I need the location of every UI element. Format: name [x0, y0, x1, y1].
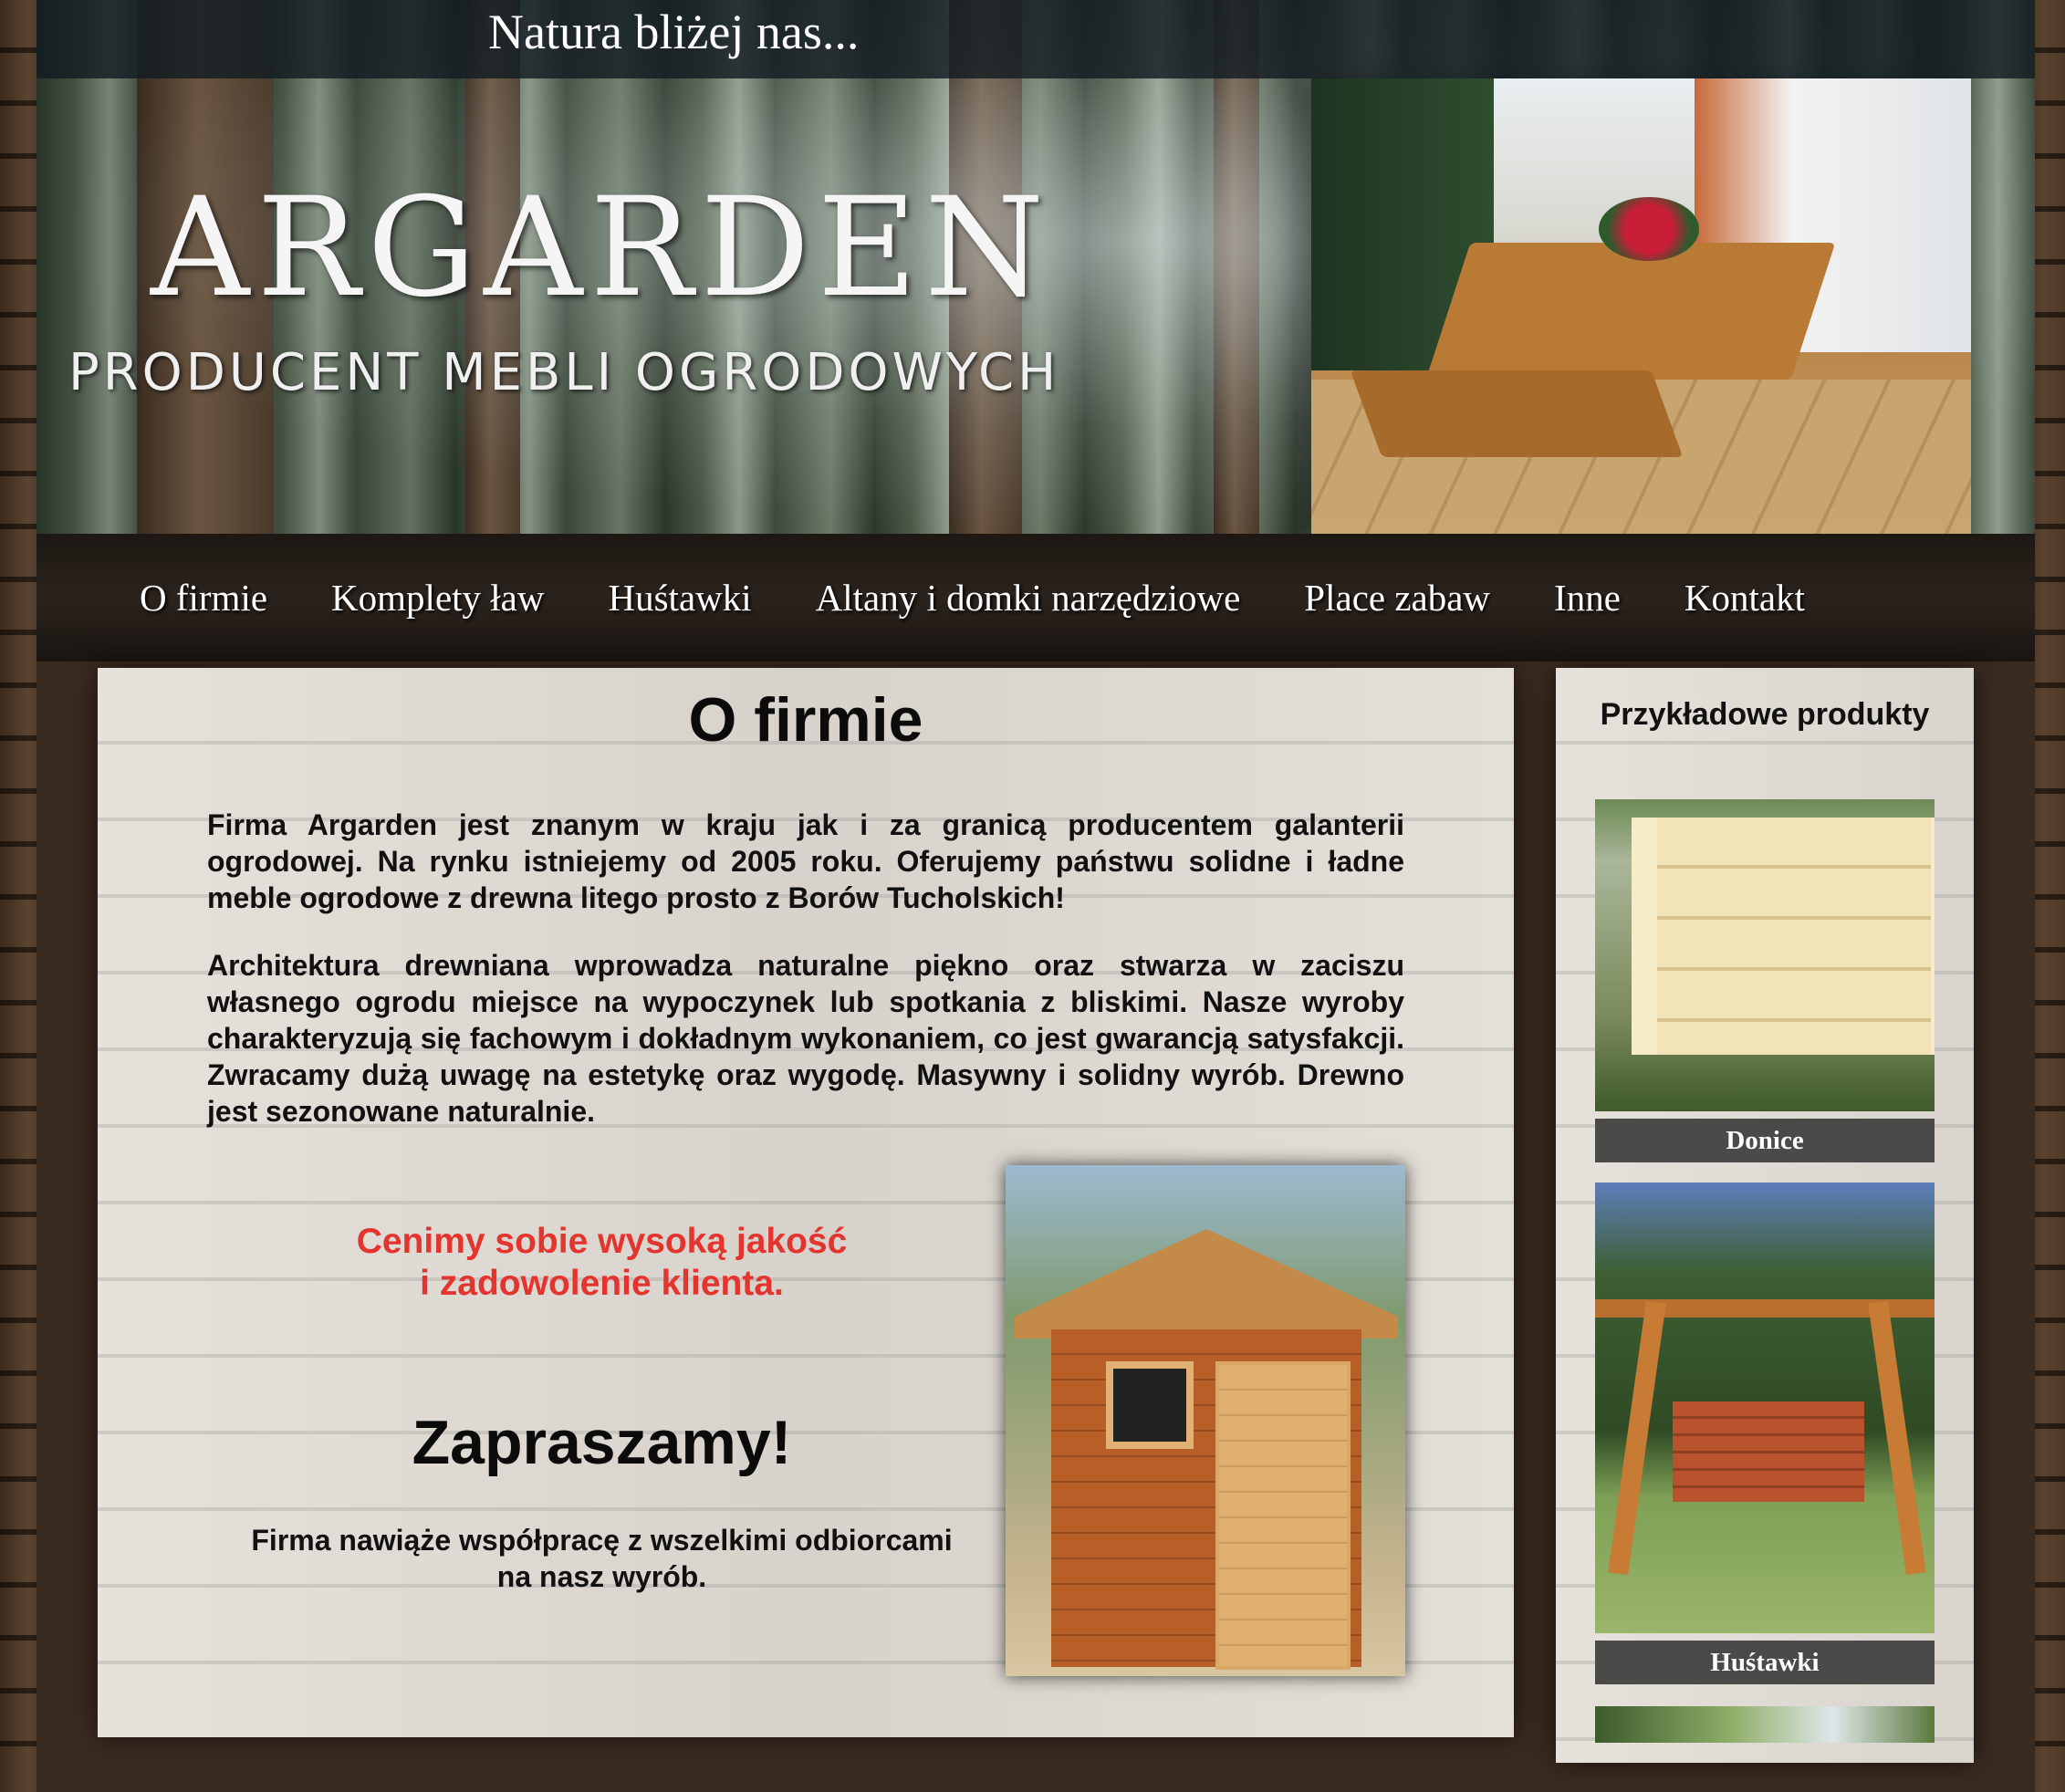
swing-seat	[1673, 1401, 1864, 1502]
header-topbar	[37, 0, 2035, 78]
shed-door	[1215, 1361, 1351, 1670]
coop-line-1: Firma nawiąże współpracę z wszelkimi odb…	[251, 1524, 953, 1557]
intro-paragraph: Firma Argarden jest znanym w kraju jak i…	[207, 808, 1404, 914]
swing-frame-left	[1608, 1300, 1666, 1576]
header-tagline: Natura bliżej nas...	[488, 5, 860, 59]
page-title: O firmie	[688, 685, 923, 755]
cooperation-text: Firma nawiąże współpracę z wszelkimi odb…	[207, 1522, 996, 1595]
nav-item-place-zabaw[interactable]: Place zabaw	[1304, 576, 1490, 620]
swing-frame-right	[1868, 1300, 1926, 1576]
product-image-next[interactable]	[1595, 1706, 1935, 1743]
nav-item-altany[interactable]: Altany i domki narzędziowe	[816, 576, 1241, 620]
tool-shed-photo	[1006, 1165, 1405, 1676]
product-caption-donice[interactable]: Donice	[1595, 1119, 1935, 1162]
nav-item-inne[interactable]: Inne	[1554, 576, 1621, 620]
sidebar-title: Przykładowe produkty	[1600, 697, 1930, 732]
site-logo[interactable]: ARGARDEN	[151, 169, 1051, 328]
sidebar-products: Przykładowe produkty Donice Huśtawki	[1556, 668, 1974, 1763]
shed-roof	[1015, 1229, 1398, 1339]
invite-heading: Zapraszamy!	[412, 1408, 792, 1477]
product-caption-hustawki[interactable]: Huśtawki	[1595, 1641, 1935, 1684]
product-image-hustawki[interactable]	[1595, 1183, 1935, 1633]
photo-bench	[1350, 370, 1684, 457]
nav-item-komplety-law[interactable]: Komplety ław	[331, 576, 544, 620]
nav-item-kontakt[interactable]: Kontakt	[1684, 576, 1805, 620]
quote-line-2: i zadowolenie klienta.	[420, 1264, 784, 1303]
product-image-donice[interactable]	[1595, 799, 1935, 1111]
logo-subtitle: PRODUCENT MEBLI OGRODOWYCH	[68, 343, 1060, 402]
quality-quote: Cenimy sobie wysoką jakość i zadowolenie…	[289, 1221, 914, 1305]
photo-table	[1425, 243, 1836, 380]
coop-line-2: na nasz wyrób.	[496, 1560, 707, 1593]
architecture-paragraph: Architektura drewniana wprowadza natural…	[207, 949, 1404, 1128]
main-content: O firmie Firma Argarden jest znanym w kr…	[98, 668, 1514, 1737]
nav-item-o-firmie[interactable]: O firmie	[140, 576, 267, 620]
header-garden-furniture-photo	[1311, 78, 1971, 534]
shed-window	[1106, 1361, 1194, 1449]
main-nav: O firmie Komplety ław Huśtawki Altany i …	[37, 534, 2035, 662]
nav-item-hustawki[interactable]: Huśtawki	[608, 576, 751, 620]
photo-flowers	[1599, 197, 1699, 261]
quote-line-1: Cenimy sobie wysoką jakość	[356, 1222, 848, 1261]
planter-shape	[1632, 818, 1935, 1055]
